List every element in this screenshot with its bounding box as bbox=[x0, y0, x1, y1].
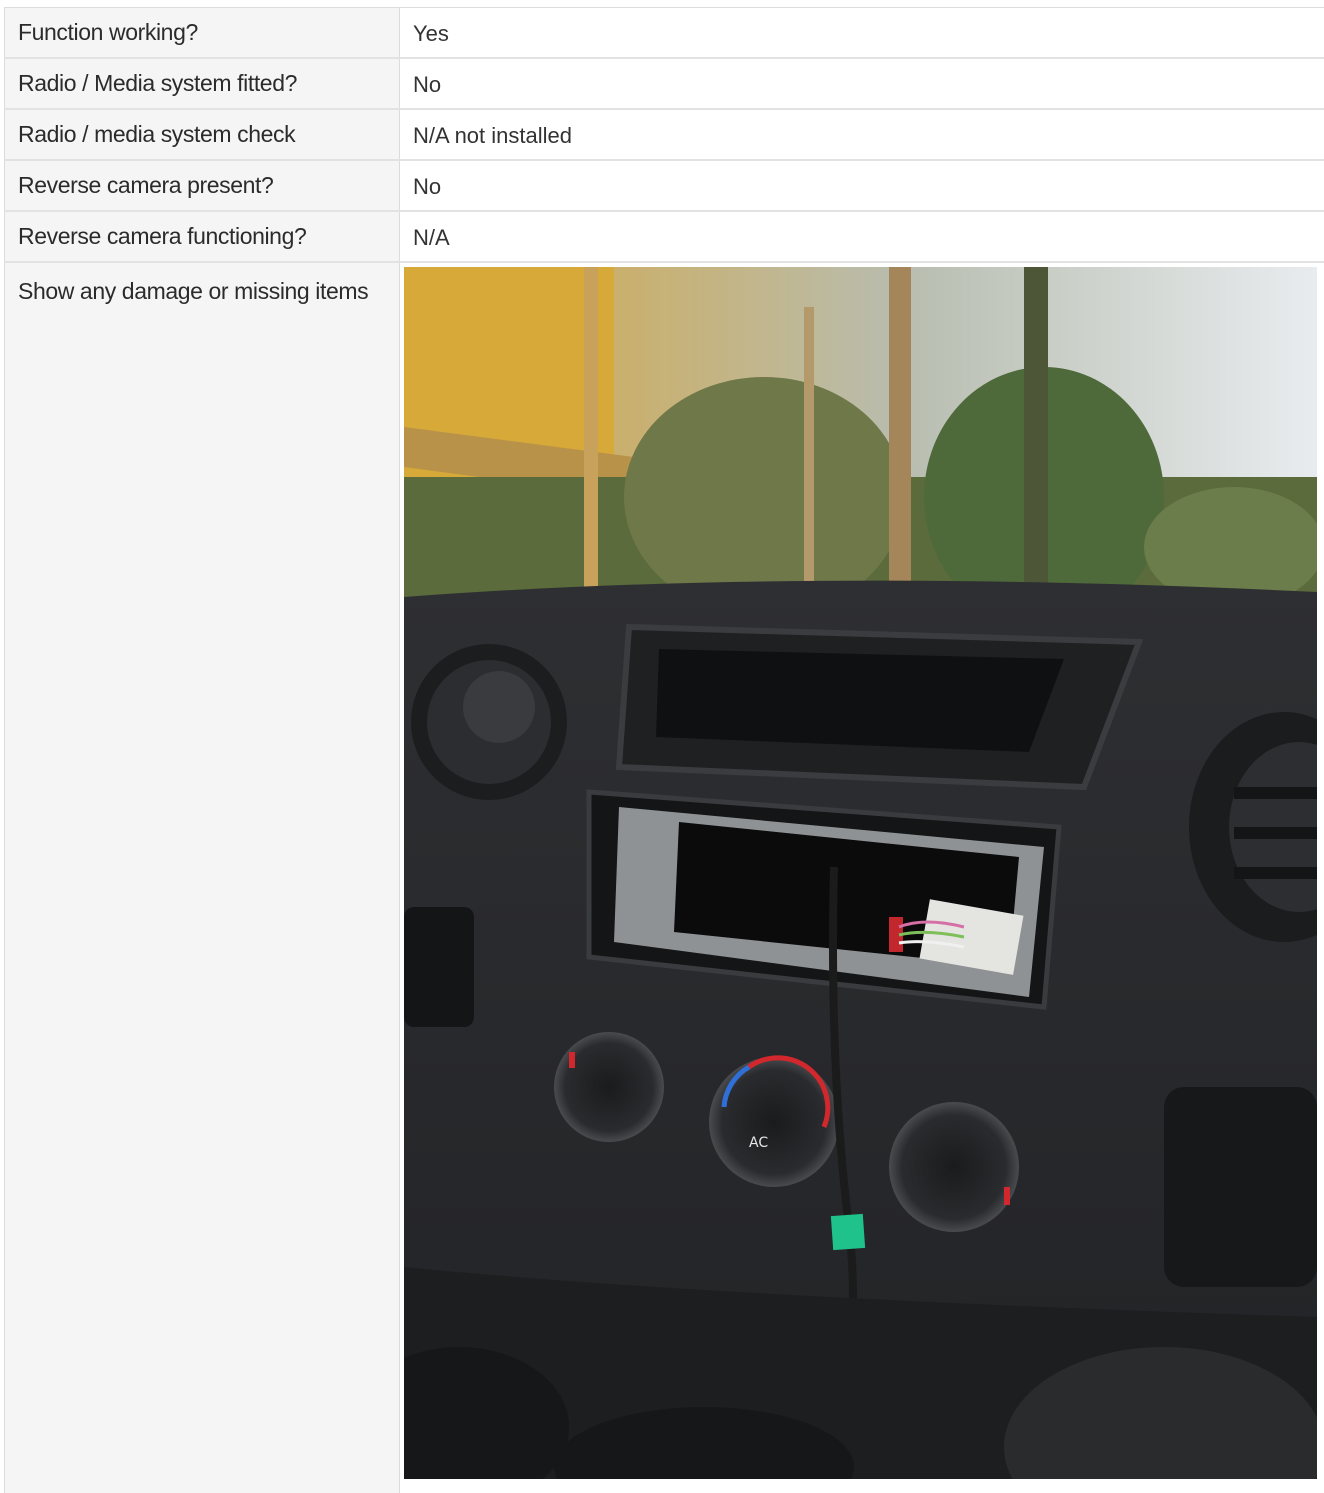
table-row: Radio / Media system fitted? No bbox=[4, 59, 1324, 110]
photo-cell: AC bbox=[400, 263, 1324, 1493]
row-label: Function working? bbox=[4, 8, 400, 57]
row-value: Yes bbox=[400, 8, 1324, 57]
table-row: Reverse camera functioning? N/A bbox=[4, 212, 1324, 263]
row-label: Radio / Media system fitted? bbox=[4, 59, 400, 108]
inspection-table: Function working? Yes Radio / Media syst… bbox=[4, 7, 1324, 1493]
row-label: Show any damage or missing items bbox=[4, 263, 400, 1493]
row-label: Radio / media system check bbox=[4, 110, 400, 159]
row-label: Reverse camera functioning? bbox=[4, 212, 400, 261]
row-value: No bbox=[400, 161, 1324, 210]
row-label: Reverse camera present? bbox=[4, 161, 400, 210]
table-row-photo: Show any damage or missing items AC bbox=[4, 263, 1324, 1493]
row-value: N/A bbox=[400, 212, 1324, 261]
table-row: Reverse camera present? No bbox=[4, 161, 1324, 212]
svg-text:AC: AC bbox=[749, 1135, 768, 1151]
dashboard-photo[interactable]: AC bbox=[404, 267, 1317, 1479]
table-row: Radio / media system check N/A not insta… bbox=[4, 110, 1324, 161]
row-value: N/A not installed bbox=[400, 110, 1324, 159]
table-row: Function working? Yes bbox=[4, 8, 1324, 59]
row-value: No bbox=[400, 59, 1324, 108]
